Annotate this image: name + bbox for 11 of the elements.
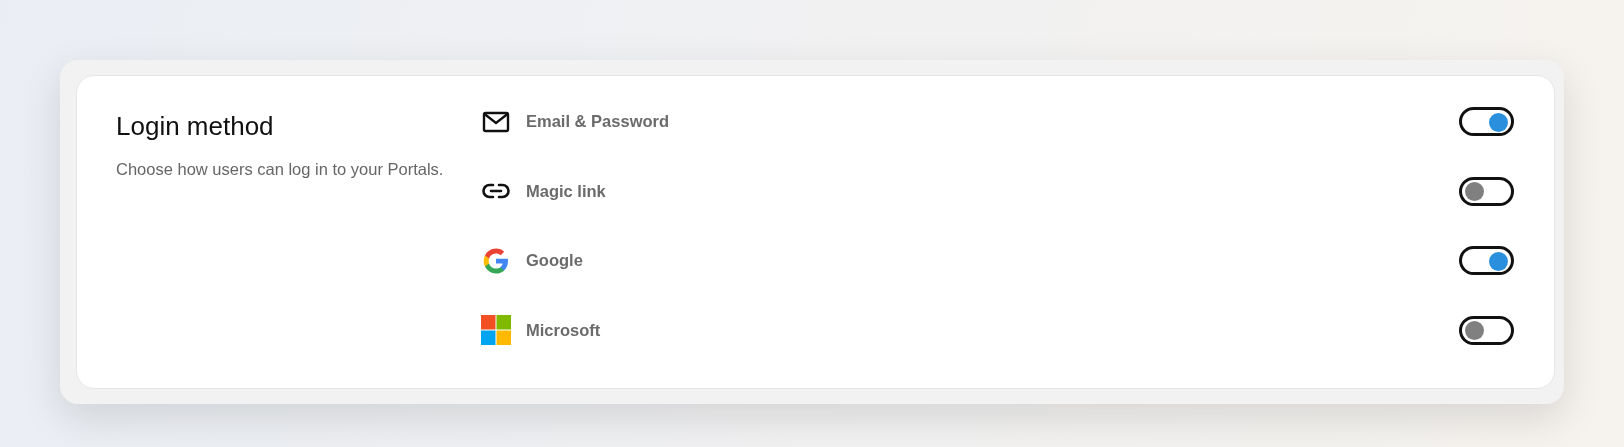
toggle-switch[interactable] [1459, 315, 1514, 345]
method-label: Magic link [526, 180, 606, 202]
toggle-switch[interactable] [1459, 246, 1514, 276]
method-label: Google [526, 250, 583, 272]
section-title: Login method [116, 111, 275, 143]
toggle-switch[interactable] [1459, 107, 1514, 137]
windows-logo-icon [481, 315, 511, 346]
method-label: Microsoft [526, 319, 601, 341]
method-label: Email & Password [526, 111, 670, 133]
toggle-switch[interactable] [1459, 176, 1514, 206]
section-description: Choose how users can log in to your Portals. [116, 159, 445, 181]
